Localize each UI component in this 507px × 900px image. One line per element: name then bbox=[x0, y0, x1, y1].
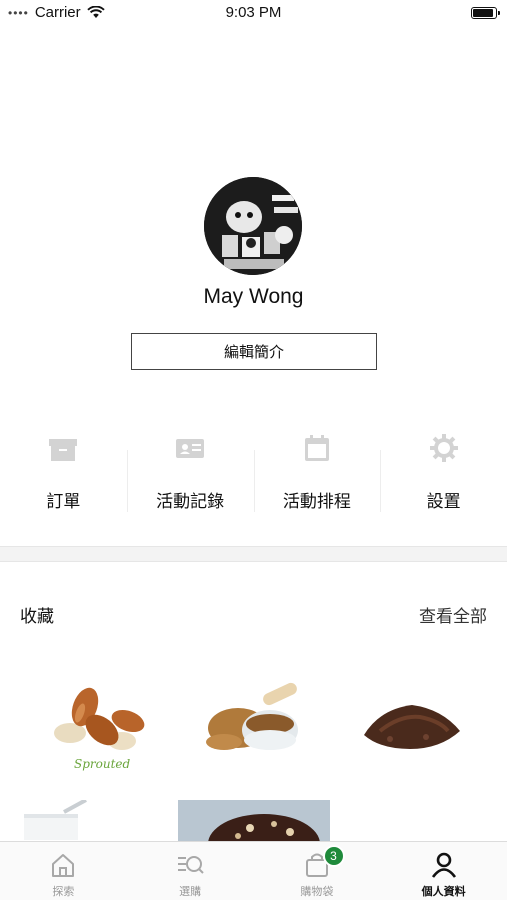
product-almonds[interactable] bbox=[40, 685, 155, 753]
menu-item-settings[interactable]: 設置 bbox=[380, 425, 507, 520]
product-chocolate-donut[interactable] bbox=[178, 800, 330, 842]
person-icon bbox=[431, 852, 456, 878]
tab-shop[interactable]: 選購 bbox=[127, 842, 254, 900]
menu-item-activity-schedule[interactable]: 活動排程 bbox=[253, 425, 381, 520]
tab-label: 選購 bbox=[179, 885, 202, 898]
product-flaxseed[interactable] bbox=[200, 680, 310, 760]
avatar-artwork bbox=[204, 177, 302, 275]
view-all-link[interactable]: 查看全部 bbox=[419, 602, 487, 627]
battery-icon bbox=[471, 7, 500, 19]
tab-profile[interactable]: 個人資料 bbox=[380, 842, 507, 900]
menu-item-label: 活動排程 bbox=[282, 492, 351, 512]
tab-label: 個人資料 bbox=[421, 885, 466, 898]
tab-label: 探索 bbox=[52, 885, 75, 898]
menu-item-label: 訂單 bbox=[46, 492, 81, 512]
gear-icon bbox=[429, 434, 458, 462]
cart-count-badge: 3 bbox=[322, 845, 345, 867]
favorites-title: 收藏 bbox=[20, 607, 54, 627]
archive-box-icon bbox=[49, 439, 78, 461]
profile-name: May Wong bbox=[203, 285, 304, 308]
status-time: 9:03 PM bbox=[225, 4, 282, 21]
tab-shopping-bag[interactable]: 購物袋 3 bbox=[254, 842, 381, 900]
sprouted-logo: Sprouted bbox=[74, 757, 131, 771]
product-cacao-nibs[interactable] bbox=[360, 695, 465, 755]
tab-bar: 探索 選購 購物袋 3 個人資料 bbox=[0, 841, 507, 900]
search-list-icon bbox=[178, 856, 204, 874]
menu-item-activity-records[interactable]: 活動記錄 bbox=[126, 425, 254, 520]
menu-item-label: 設置 bbox=[426, 492, 461, 512]
id-card-icon bbox=[176, 439, 205, 458]
section-divider bbox=[0, 546, 507, 562]
tab-label: 購物袋 bbox=[300, 885, 334, 898]
home-icon bbox=[52, 854, 75, 877]
edit-profile-button[interactable]: 編輯簡介 bbox=[131, 333, 377, 370]
tab-explore[interactable]: 探索 bbox=[0, 842, 127, 900]
calendar-icon bbox=[304, 435, 329, 461]
avatar[interactable] bbox=[204, 177, 302, 275]
product-coconut-oil[interactable] bbox=[20, 800, 90, 840]
menu-item-orders[interactable]: 訂單 bbox=[0, 425, 127, 520]
status-bar: •••• Carrier 9:03 PM bbox=[0, 0, 507, 28]
quick-menu: 訂單 活動記錄 活動排程 設置 bbox=[0, 425, 507, 520]
menu-item-label: 活動記錄 bbox=[156, 492, 225, 512]
